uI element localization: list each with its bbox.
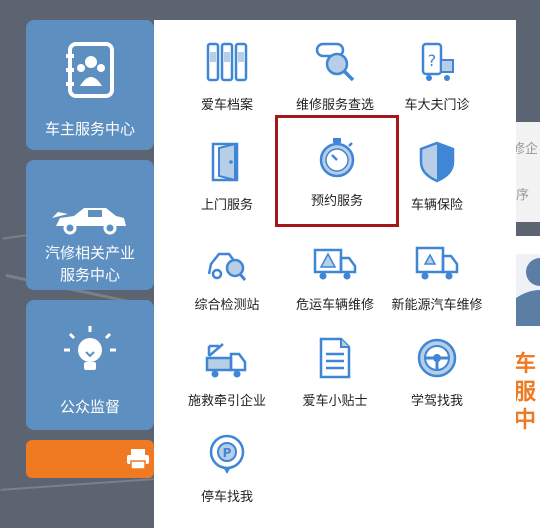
services-panel: 爱车档案 维修服务查选 ? 车大夫门诊 上门服务 预约服务 车辆保险 综合检测站… xyxy=(154,20,516,528)
sidebar-card-label: 公众监督 xyxy=(59,398,120,416)
service-car-tips[interactable]: 爱车小贴士 xyxy=(276,328,394,420)
service-label: 上门服务 xyxy=(200,198,253,213)
sidebar-card-owner-service[interactable]: 车主服务中心 xyxy=(26,20,154,150)
parking-pin-icon: P xyxy=(209,434,245,474)
service-label: 学驾找我 xyxy=(410,394,463,409)
service-home-service[interactable]: 上门服务 xyxy=(168,132,286,224)
service-label: 爱车档案 xyxy=(200,98,253,113)
door-icon xyxy=(211,142,239,182)
service-label: 危运车辆维修 xyxy=(295,298,374,313)
steering-wheel-icon xyxy=(417,338,457,378)
shield-icon xyxy=(419,141,455,183)
right-gray-text: 序 xyxy=(516,188,530,203)
print-button[interactable] xyxy=(26,440,154,478)
recycle-truck-icon xyxy=(415,246,459,280)
sidebar-card-public-supervision[interactable]: 公众监督 xyxy=(26,300,154,430)
car-icon xyxy=(52,208,126,235)
sidebar-card-label: 车主服务中心 xyxy=(44,120,135,138)
stopwatch-icon xyxy=(319,138,355,178)
person-icon xyxy=(516,254,540,326)
right-orange-char: 中 xyxy=(514,408,537,433)
service-new-energy-repair[interactable]: 新能源汽车维修 xyxy=(378,232,496,324)
service-label: 爱车小贴士 xyxy=(302,394,368,409)
service-label: 施救牵引企业 xyxy=(187,394,266,409)
sidebar-card-label: 汽修相关产业 xyxy=(44,244,135,262)
service-label: 新能源汽车维修 xyxy=(391,298,483,313)
service-label: 预约服务 xyxy=(310,194,363,209)
hazard-truck-icon xyxy=(313,248,357,280)
service-repair-search[interactable]: 维修服务查选 xyxy=(276,32,394,124)
service-inspection-station[interactable]: 综合检测站 xyxy=(168,232,286,324)
service-car-archive[interactable]: 爱车档案 xyxy=(168,32,286,124)
right-gray-box xyxy=(516,122,540,222)
right-partial-panel: 修企 序 xyxy=(512,0,540,528)
service-hazard-vehicle-repair[interactable]: 危运车辆维修 xyxy=(276,232,394,324)
service-parking[interactable]: P 停车找我 xyxy=(168,424,286,516)
doctor-truck-icon: ? xyxy=(421,42,454,81)
service-label: 车辆保险 xyxy=(410,198,463,213)
service-label: 综合检测站 xyxy=(194,298,260,313)
service-label: 维修服务查选 xyxy=(295,98,374,113)
svg-text:P: P xyxy=(223,446,232,460)
service-label: 停车找我 xyxy=(200,490,253,505)
binders-icon xyxy=(206,42,248,82)
inspection-car-icon xyxy=(207,252,247,281)
printer-icon xyxy=(127,449,149,470)
sidebar-card-label: 服务中心 xyxy=(59,266,120,284)
svg-text:?: ? xyxy=(428,51,437,70)
tow-truck-icon xyxy=(205,343,247,378)
sidebar-card-auto-industry[interactable]: 汽修相关产业 服务中心 xyxy=(26,160,154,290)
service-car-doctor[interactable]: ? 车大夫门诊 xyxy=(378,32,496,124)
document-icon xyxy=(319,337,351,379)
owner-book-icon xyxy=(66,42,114,98)
service-towing-company[interactable]: 施救牵引企业 xyxy=(168,328,286,420)
service-label: 车大夫门诊 xyxy=(404,98,470,113)
service-vehicle-insurance[interactable]: 车辆保险 xyxy=(378,132,496,224)
magnifier-icon xyxy=(315,42,355,82)
service-learn-driving[interactable]: 学驾找我 xyxy=(378,328,496,420)
lightbulb-icon xyxy=(64,326,116,370)
